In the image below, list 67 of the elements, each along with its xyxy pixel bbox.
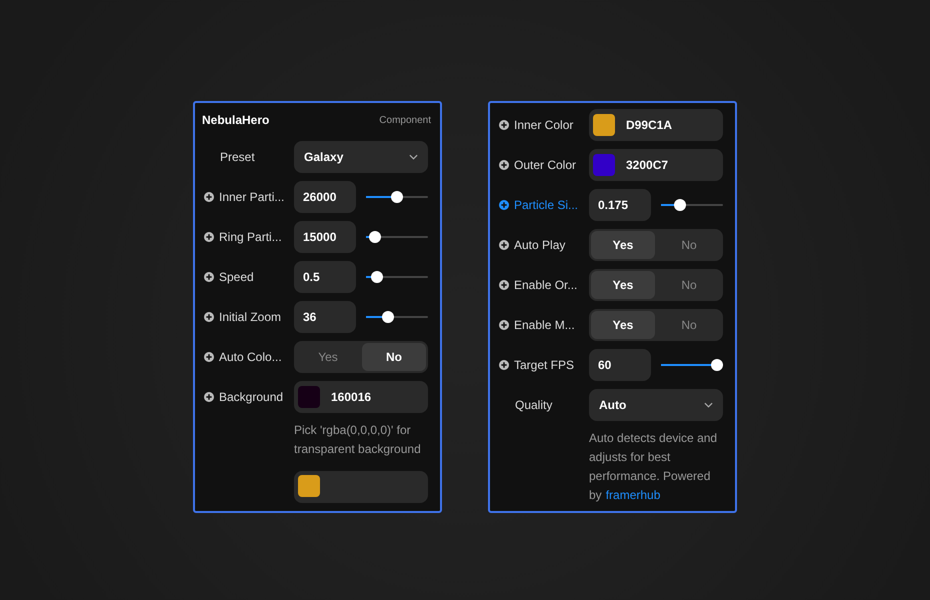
property-label: Enable Or... xyxy=(514,278,578,292)
segment-option[interactable]: Yes xyxy=(591,271,655,299)
slider-track[interactable] xyxy=(366,191,428,203)
property-label: Particle Si... xyxy=(514,198,578,212)
panel-subtitle: Component xyxy=(379,114,431,126)
color-field[interactable]: D99C1A xyxy=(589,109,723,141)
number-input[interactable]: 36 xyxy=(294,301,356,333)
number-input[interactable]: 0.5 xyxy=(294,261,356,293)
hint-text: Auto detects device and adjusts for best performance. Powered by framerhub xyxy=(589,430,718,504)
property-label: Inner Parti... xyxy=(219,190,284,204)
property-label: Inner Color xyxy=(514,118,574,132)
property-label: Ring Parti... xyxy=(219,230,282,244)
plus-icon[interactable] xyxy=(204,312,214,322)
plus-icon[interactable] xyxy=(204,232,214,242)
segment-option[interactable]: No xyxy=(362,343,426,371)
color-field[interactable]: 3200C7 xyxy=(589,149,723,181)
property-label: Speed xyxy=(219,270,254,284)
color-field[interactable]: 160016 xyxy=(294,381,428,413)
chevron-down-icon xyxy=(409,154,418,160)
number-input[interactable]: 15000 xyxy=(294,221,356,253)
property-label: Auto Colo... xyxy=(219,350,282,364)
slider-track[interactable] xyxy=(366,311,428,323)
plus-icon[interactable] xyxy=(499,240,509,250)
slider-track[interactable] xyxy=(661,359,723,371)
select-dropdown[interactable]: Auto xyxy=(589,389,723,421)
plus-icon[interactable] xyxy=(499,320,509,330)
slider-track[interactable] xyxy=(366,231,428,243)
segment-option[interactable]: No xyxy=(657,271,721,299)
property-label: Quality xyxy=(515,398,552,412)
panel-title: NebulaHero xyxy=(202,113,270,127)
color-field[interactable] xyxy=(294,471,428,503)
segment-option[interactable]: Yes xyxy=(591,311,655,339)
select-dropdown[interactable]: Galaxy xyxy=(294,141,428,173)
slider-track[interactable] xyxy=(366,271,428,283)
slider-thumb[interactable] xyxy=(391,191,403,203)
plus-icon[interactable] xyxy=(499,160,509,170)
property-label: Initial Zoom xyxy=(219,310,282,324)
segment-option[interactable]: No xyxy=(657,231,721,259)
slider-thumb[interactable] xyxy=(674,199,686,211)
property-label: Enable M... xyxy=(514,318,575,332)
hint-text: Pick 'rgba(0,0,0,0)' for transparent background xyxy=(294,422,422,458)
plus-icon[interactable] xyxy=(499,360,509,370)
slider-track[interactable] xyxy=(661,199,723,211)
plus-icon[interactable] xyxy=(499,280,509,290)
segment-option[interactable]: No xyxy=(657,311,721,339)
plus-icon[interactable] xyxy=(499,200,509,210)
number-input[interactable]: 60 xyxy=(589,349,651,381)
plus-icon[interactable] xyxy=(204,352,214,362)
property-label: Target FPS xyxy=(514,358,574,372)
slider-thumb[interactable] xyxy=(371,271,383,283)
property-label: Auto Play xyxy=(514,238,566,252)
plus-icon[interactable] xyxy=(204,192,214,202)
number-input[interactable]: 0.175 xyxy=(589,189,651,221)
segment-option[interactable]: Yes xyxy=(296,343,360,371)
plus-icon[interactable] xyxy=(499,120,509,130)
chevron-down-icon xyxy=(704,402,713,408)
slider-thumb[interactable] xyxy=(711,359,723,371)
number-input[interactable]: 26000 xyxy=(294,181,356,213)
segment-option[interactable]: Yes xyxy=(591,231,655,259)
property-label: Outer Color xyxy=(514,158,576,172)
framerhub-link[interactable]: framerhub xyxy=(606,488,660,502)
property-label: Preset xyxy=(220,150,255,164)
property-label: Background xyxy=(219,390,284,404)
slider-thumb[interactable] xyxy=(369,231,381,243)
plus-icon[interactable] xyxy=(204,392,214,402)
slider-thumb[interactable] xyxy=(382,311,394,323)
plus-icon[interactable] xyxy=(204,272,214,282)
